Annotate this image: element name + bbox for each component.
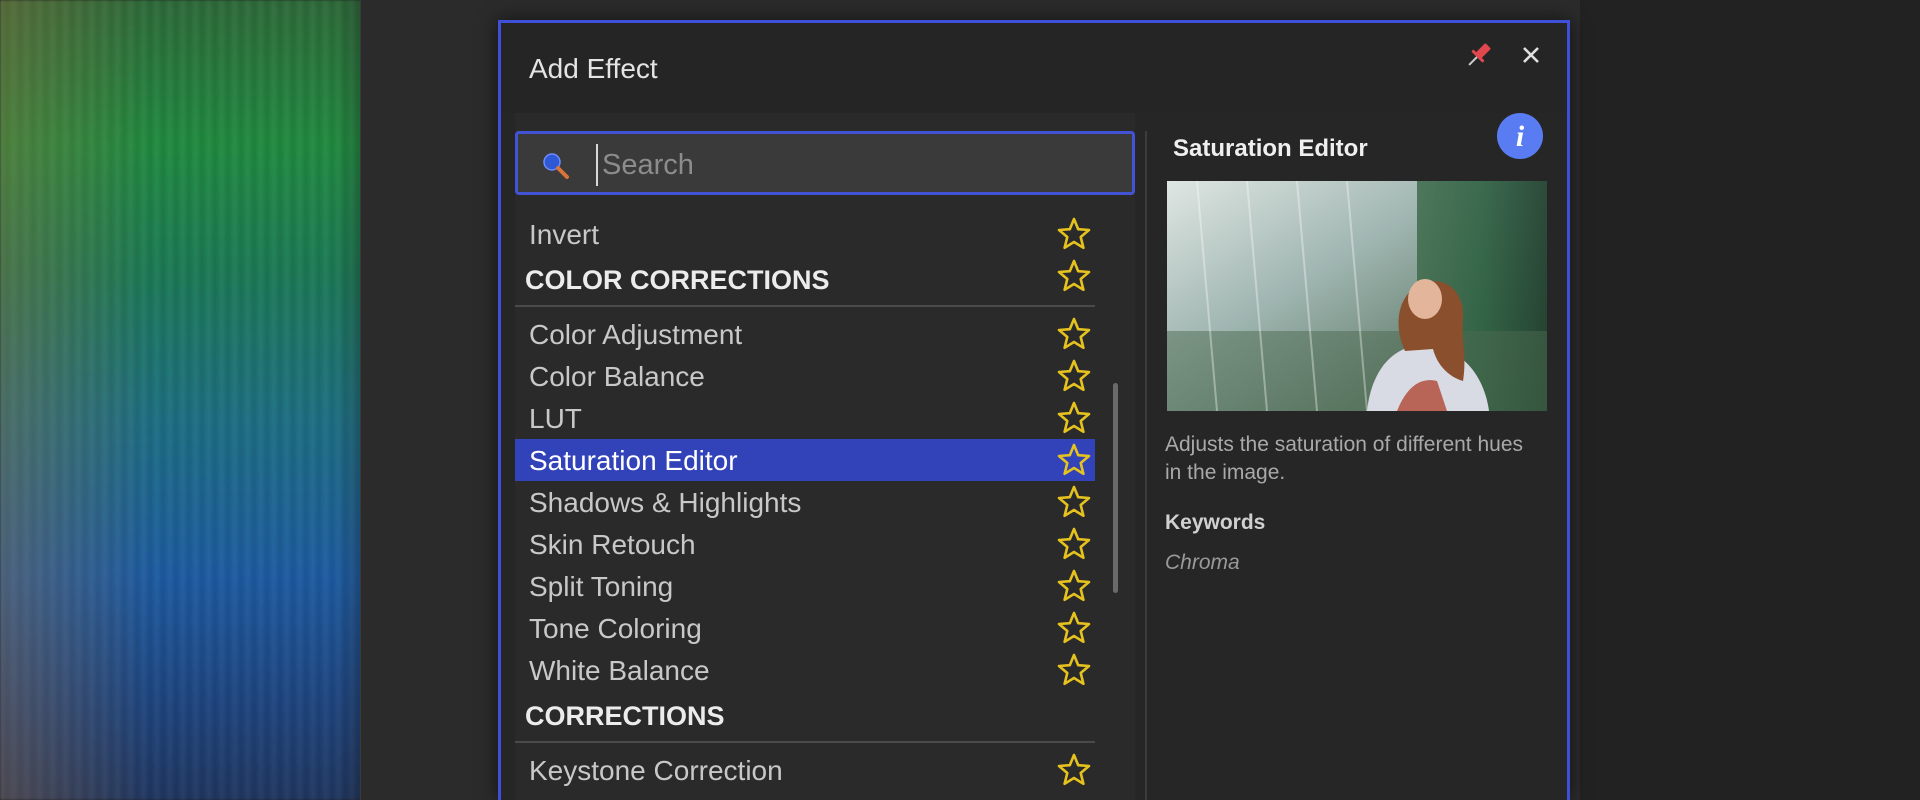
effect-list-item[interactable]: Split Toning [515,565,1095,607]
effect-label: Invert [529,219,600,250]
pane-divider [1145,131,1147,800]
search-box[interactable] [515,131,1135,195]
effect-label: Shadows & Highlights [529,487,802,518]
detail-title: Saturation Editor [1173,135,1368,162]
effect-label: Color Balance [529,361,705,392]
keywords-heading: Keywords [1165,511,1266,534]
category-header: CORRECTIONS [515,691,1095,743]
favorite-star-icon[interactable] [1055,215,1093,253]
effect-label: White Balance [529,655,710,686]
favorite-star-icon[interactable] [1055,357,1093,395]
add-effect-dialog: Add Effect Search Invert COLOR CORRECTIO… [498,20,1570,800]
effect-label: Skin Retouch [529,529,696,560]
effect-label: LUT [529,403,582,434]
effect-label: Split Toning [529,571,674,602]
effect-details-pane: Saturation Editor i Adjusts the saturati… [1161,113,1557,800]
pin-icon[interactable] [1461,37,1497,73]
favorite-star-icon[interactable] [1055,483,1093,521]
keywords-value: Chroma [1165,551,1240,574]
favorite-star-icon[interactable] [1055,751,1093,789]
category-label: CORRECTIONS [525,701,725,731]
effect-label: Keystone Correction [529,755,783,786]
effect-list-item[interactable]: Color Balance [515,355,1095,397]
favorite-star-icon[interactable] [1055,315,1093,353]
effect-list-item[interactable]: White Balance [515,649,1095,691]
effect-list-pane: Invert COLOR CORRECTIONS Color Adjustment C… [515,113,1135,800]
effect-list-item[interactable]: LUT [515,397,1095,439]
close-icon[interactable] [1513,37,1549,73]
favorite-star-icon[interactable] [1055,399,1093,437]
favorite-star-icon[interactable] [1055,257,1093,295]
effect-list-item[interactable]: Keystone Correction [515,749,1095,791]
dialog-title: Add Effect [529,53,658,84]
favorite-star-icon[interactable] [1055,525,1093,563]
info-icon[interactable]: i [1497,113,1543,159]
favorite-star-icon[interactable] [1055,609,1093,647]
effect-list-item[interactable]: Tone Coloring [515,607,1095,649]
effect-label: Saturation Editor [529,445,738,476]
effect-label: Tone Coloring [529,613,702,644]
search-icon [540,150,570,180]
effect-list-item[interactable]: Shadows & Highlights [515,481,1095,523]
scrollbar[interactable] [1113,383,1118,593]
favorite-star-icon[interactable] [1055,441,1093,479]
effect-preview-image [1167,181,1547,411]
effect-list-item[interactable]: Invert [515,213,1095,255]
dialog-titlebar: Add Effect [501,23,1567,113]
category-header: COLOR CORRECTIONS [515,255,1095,307]
favorite-star-icon[interactable] [1055,567,1093,605]
detail-description: Adjusts the saturation of different hues… [1165,433,1524,484]
effect-list: Invert COLOR CORRECTIONS Color Adjustment C… [515,213,1095,791]
effect-label: Color Adjustment [529,319,743,350]
effect-list-item[interactable]: Saturation Editor [515,439,1095,481]
category-label: COLOR CORRECTIONS [525,265,830,295]
favorite-star-icon[interactable] [1055,651,1093,689]
search-input[interactable] [596,144,1104,186]
effect-list-item[interactable]: Skin Retouch [515,523,1095,565]
effect-list-item[interactable]: Color Adjustment [515,313,1095,355]
info-glyph: i [1515,120,1525,153]
